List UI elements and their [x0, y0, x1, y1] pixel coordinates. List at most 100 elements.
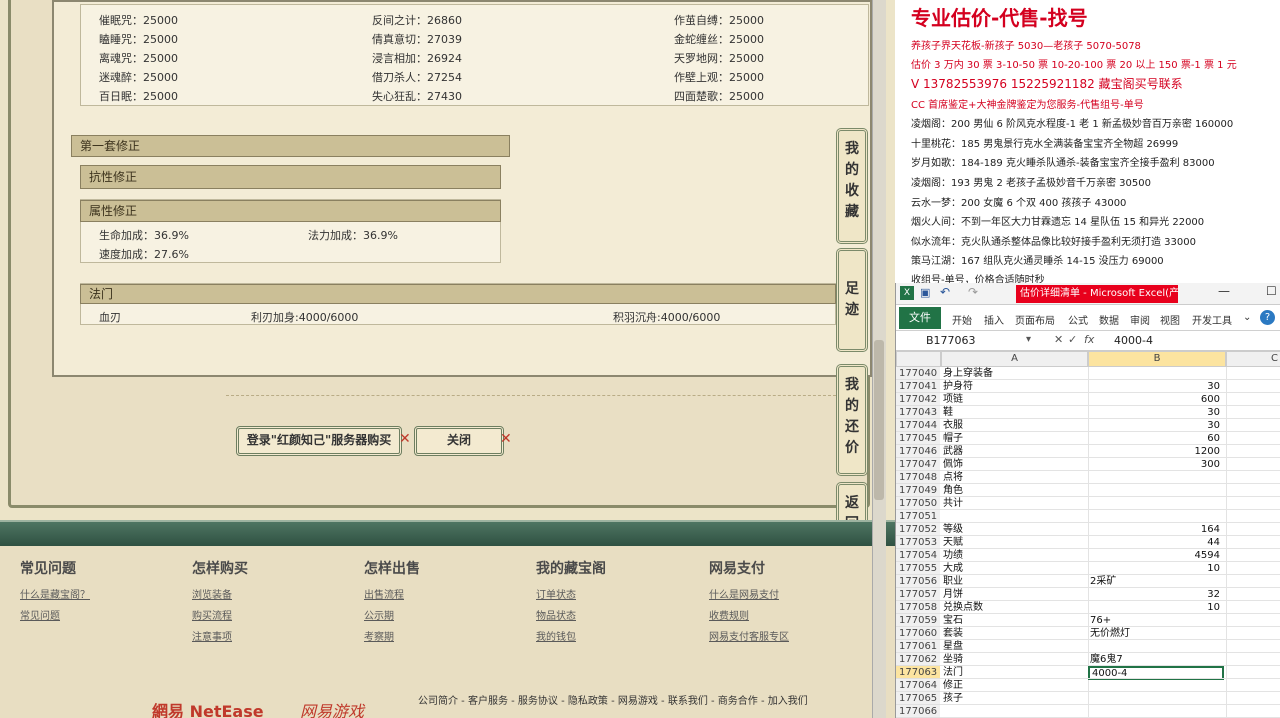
attr-hp: 生命加成：36.9% — [99, 229, 189, 242]
row-number[interactable]: 177054 — [896, 549, 940, 562]
minimize-icon[interactable]: — — [1218, 284, 1230, 298]
close-button[interactable]: 关闭 — [414, 426, 504, 456]
side-tab-label: 我的收藏 — [845, 141, 859, 220]
row-number[interactable]: 177047 — [896, 458, 940, 471]
excel-ribbon: 文件 开始 插入 页面布局 公式 数据 审阅 视图 开发工具 ⌄ ? — [896, 305, 1280, 331]
undo-icon[interactable]: ↶ — [940, 285, 950, 299]
ad-line: 似水流年：克火队通杀整体品像比较好接手盈利无须打造 33000 — [911, 237, 1196, 248]
row-number[interactable]: 177051 — [896, 510, 940, 523]
row-number[interactable]: 177056 — [896, 575, 940, 588]
attr-speed: 速度加成：27.6% — [99, 248, 189, 261]
footer-link[interactable]: 考察期 — [364, 628, 394, 643]
tab-file[interactable]: 文件 — [899, 307, 941, 329]
footer-col-title: 我的藏宝阁 — [536, 561, 606, 577]
row-number[interactable]: 177061 — [896, 640, 940, 653]
formula-input[interactable]: 4000-4 — [1114, 334, 1153, 347]
spell-table: 催眠咒：25000 反间之计：26860 作茧自缚：25000 瞌睡咒：2500… — [80, 4, 869, 106]
scrollbar-thumb[interactable] — [874, 340, 884, 500]
row-number[interactable]: 177049 — [896, 484, 940, 497]
footer-link[interactable]: 购买流程 — [192, 607, 232, 622]
spell-cell: 借刀杀人：27254 — [372, 71, 462, 84]
ribbon-tab[interactable]: 审阅 — [1130, 312, 1150, 327]
fa-header: 法门 — [80, 284, 836, 304]
footer-link[interactable]: 公示期 — [364, 607, 394, 622]
footer-link[interactable]: 常见问题 — [20, 607, 60, 622]
spell-cell: 金蛇缠丝：25000 — [674, 33, 764, 46]
row-number[interactable]: 177040 — [896, 367, 940, 380]
footer-link[interactable]: 订单状态 — [536, 586, 576, 601]
row-number[interactable]: 177064 — [896, 679, 940, 692]
collapse-ribbon-icon[interactable]: ⌄ — [1243, 312, 1251, 323]
ad-line: 云水一梦：200 女魔 6 个双 400 孩孩子 43000 — [911, 198, 1127, 209]
ribbon-tab[interactable]: 插入 — [984, 312, 1004, 327]
attr-correction-header: 属性修正 — [80, 200, 501, 222]
help-icon[interactable]: ? — [1260, 310, 1275, 325]
row-number[interactable]: 177045 — [896, 432, 940, 445]
grid-hline — [940, 483, 1280, 484]
netease-logo: 網易 NetEase — [152, 702, 264, 718]
footer-link[interactable]: 收费规则 — [709, 607, 749, 622]
row-number[interactable]: 177048 — [896, 471, 940, 484]
maximize-icon[interactable]: ☐ — [1266, 284, 1277, 298]
row-number[interactable]: 177066 — [896, 705, 940, 718]
row-number[interactable]: 177055 — [896, 562, 940, 575]
row-number[interactable]: 177053 — [896, 536, 940, 549]
row-number[interactable]: 177065 — [896, 692, 940, 705]
column-header-a[interactable]: A — [941, 351, 1088, 367]
spell-cell: 四面楚歌：25000 — [674, 90, 764, 103]
save-icon[interactable]: ▣ — [920, 286, 930, 299]
footer-link[interactable]: 网易支付客服专区 — [709, 628, 789, 643]
row-number[interactable]: 177052 — [896, 523, 940, 536]
row-number[interactable]: 177059 — [896, 614, 940, 627]
formula-bar: B177063 ▾ ✕ ✓ fx 4000-4 — [896, 331, 1280, 351]
footer-link[interactable]: 什么是藏宝阁？ — [20, 586, 90, 601]
row-number[interactable]: 177057 — [896, 588, 940, 601]
footer-link[interactable]: 出售流程 — [364, 586, 404, 601]
side-tab-my-offers[interactable]: 我的还价 — [836, 364, 868, 476]
ad-line: CC 首席鉴定+大神金牌鉴定为您服务-代售组号-单号 — [911, 100, 1144, 111]
fa-item: 利刃加身:4000/6000 — [251, 311, 359, 324]
spell-cell: 离魂咒：25000 — [99, 52, 178, 65]
side-tab-favorites[interactable]: 我的收藏 — [836, 128, 868, 244]
side-tab-history[interactable]: 足迹 — [836, 248, 868, 352]
login-purchase-button[interactable]: 登录"红颜知己"服务器购买 — [236, 426, 402, 456]
ad-line: 策马江湖：167 组队克火通灵睡杀 14-15 没压力 69000 — [911, 256, 1164, 267]
row-number[interactable]: 177043 — [896, 406, 940, 419]
select-all-corner[interactable] — [896, 351, 941, 367]
ribbon-tab[interactable]: 数据 — [1099, 312, 1119, 327]
ad-line: 养孩子界天花板-新孩子 5030—老孩子 5070-5078 — [911, 41, 1141, 52]
game-trade-page: 催眠咒：25000 反间之计：26860 作茧自缚：25000 瞌睡咒：2500… — [0, 0, 895, 718]
footer-link[interactable]: 浏览装备 — [192, 586, 232, 601]
ribbon-tab[interactable]: 开始 — [952, 312, 972, 327]
footer-company-links[interactable]: 公司简介 - 客户服务 - 服务协议 - 隐私政策 - 网易游戏 - 联系我们 … — [418, 692, 808, 707]
ribbon-tab[interactable]: 公式 — [1068, 312, 1088, 327]
ribbon-tab[interactable]: 页面布局 — [1015, 312, 1055, 327]
row-number[interactable]: 177050 — [896, 497, 940, 510]
excel-title: 估价详细清单 - Microsoft Excel(产... — [1016, 285, 1178, 303]
footer-link[interactable]: 我的钱包 — [536, 628, 576, 643]
ribbon-tab[interactable]: 视图 — [1160, 312, 1180, 327]
row-number[interactable]: 177062 — [896, 653, 940, 666]
cancel-icon[interactable]: ✕ — [1054, 333, 1063, 346]
name-box[interactable]: B177063 — [926, 334, 976, 347]
footer-link[interactable]: 物品状态 — [536, 607, 576, 622]
redo-icon[interactable]: ↷ — [968, 285, 978, 299]
section-title-correction: 第一套修正 — [71, 135, 510, 157]
row-number[interactable]: 177044 — [896, 419, 940, 432]
column-header-b[interactable]: B — [1088, 351, 1226, 367]
footer-link[interactable]: 什么是网易支付 — [709, 586, 779, 601]
row-number[interactable]: 177063 — [896, 666, 940, 679]
column-header-c[interactable]: C — [1226, 351, 1280, 367]
footer-link[interactable]: 注意事项 — [192, 628, 232, 643]
ribbon-tab[interactable]: 开发工具 — [1192, 312, 1232, 327]
row-number[interactable]: 177046 — [896, 445, 940, 458]
fx-icon[interactable]: fx — [1084, 333, 1094, 346]
grid-hline — [940, 509, 1280, 510]
row-number[interactable]: 177060 — [896, 627, 940, 640]
row-number[interactable]: 177042 — [896, 393, 940, 406]
row-number[interactable]: 177041 — [896, 380, 940, 393]
row-number[interactable]: 177058 — [896, 601, 940, 614]
ad-line: 十里桃花：185 男鬼景行克水全满装备宝宝齐全物超 26999 — [911, 139, 1179, 150]
dropdown-icon[interactable]: ▾ — [1026, 334, 1031, 345]
enter-icon[interactable]: ✓ — [1068, 333, 1077, 346]
